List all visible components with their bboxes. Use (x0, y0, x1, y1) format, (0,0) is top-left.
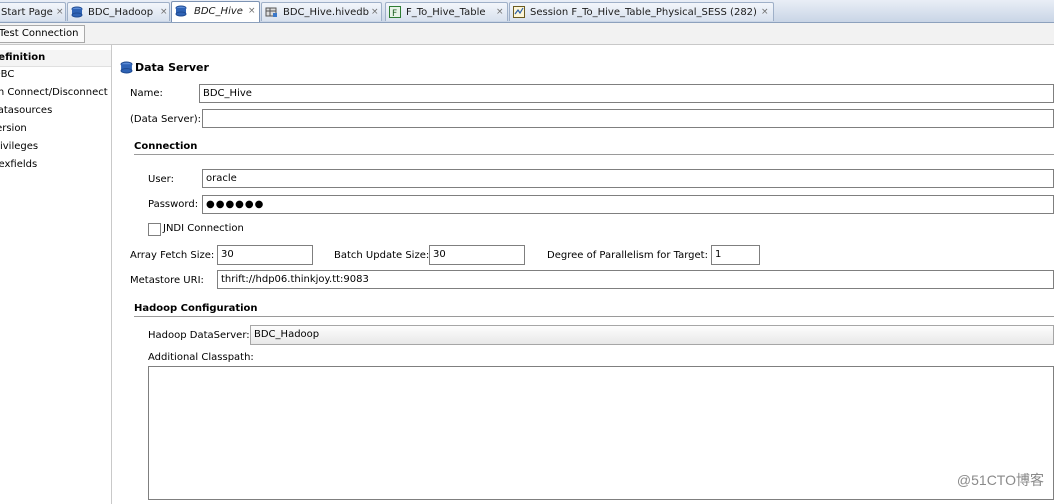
password-label: Password: (148, 199, 199, 210)
tab-label: BDC_Hive (194, 6, 243, 17)
close-icon[interactable]: × (371, 3, 379, 22)
close-icon[interactable]: × (248, 2, 256, 21)
metastore-field[interactable]: thrift://hdp06.thinkjoy.tt:9083 (217, 270, 1054, 289)
jndi-label: JNDI Connection (163, 223, 244, 234)
schema-icon (265, 7, 277, 17)
tab-f-to-hive-table[interactable]: F F_To_Hive_Table × (385, 2, 508, 21)
close-icon[interactable]: × (56, 3, 64, 22)
password-field[interactable]: ●●●●●● (202, 195, 1054, 214)
name-label: Name: (130, 88, 163, 99)
array-fetch-label: Array Fetch Size: (130, 250, 215, 261)
close-icon[interactable]: × (160, 3, 168, 22)
classpath-textarea[interactable] (148, 366, 1054, 500)
data-server-form: Data Server Name: BDC_Hive (Data Server)… (112, 45, 1054, 504)
name-field[interactable]: BDC_Hive (199, 84, 1054, 103)
mapping-icon: F (389, 6, 401, 18)
nav-item-jdbc[interactable]: JDBC (0, 67, 111, 83)
hadoop-dataserver-label: Hadoop DataServer: (148, 330, 250, 341)
jndi-checkbox[interactable] (148, 223, 161, 236)
user-field[interactable]: oracle (202, 169, 1054, 188)
tab-bdc-hive[interactable]: BDC_Hive × (171, 1, 260, 22)
tab-bdc-hive-hivedb[interactable]: BDC_Hive.hivedb × (261, 2, 382, 21)
close-icon[interactable]: × (496, 3, 504, 22)
data-server-icon (175, 5, 187, 17)
nav-item-definition[interactable]: Definition (0, 50, 111, 67)
tab-session[interactable]: Session F_To_Hive_Table_Physical_SESS (2… (509, 2, 774, 21)
tab-label: Session F_To_Hive_Table_Physical_SESS (2… (530, 7, 757, 18)
tab-label: BDC_Hadoop (88, 7, 154, 18)
tab-label: BDC_Hive.hivedb (283, 7, 369, 18)
data-server-field[interactable] (202, 109, 1054, 128)
hadoop-separator (134, 316, 1054, 317)
editor-tab-bar: Start Page × BDC_Hadoop × BDC_Hive × BDC… (0, 0, 1054, 23)
left-navigation: Definition JDBC On Connect/Disconnect Da… (0, 45, 112, 504)
parallelism-label: Degree of Parallelism for Target: (547, 250, 708, 261)
tab-start-page[interactable]: Start Page × (0, 2, 66, 21)
tab-label: F_To_Hive_Table (406, 7, 486, 18)
test-connection-button[interactable]: Test Connection (0, 25, 86, 43)
data-server-icon (71, 6, 83, 18)
user-label: User: (148, 174, 174, 185)
tab-bdc-hadoop[interactable]: BDC_Hadoop × (67, 2, 170, 21)
form-header: Data Server (135, 61, 209, 74)
batch-update-label: Batch Update Size: (334, 250, 430, 261)
data-server-icon (120, 61, 133, 74)
array-fetch-field[interactable]: 30 (217, 245, 313, 265)
hadoop-section-title: Hadoop Configuration (134, 303, 258, 314)
tab-label: Start Page (1, 7, 53, 18)
nav-item-datasources[interactable]: Datasources (0, 103, 111, 119)
connection-section-title: Connection (134, 141, 198, 152)
connection-separator (134, 154, 1054, 155)
session-icon (513, 6, 525, 18)
metastore-label: Metastore URI: (130, 275, 204, 286)
classpath-label: Additional Classpath: (148, 352, 254, 363)
batch-update-field[interactable]: 30 (429, 245, 525, 265)
parallelism-field[interactable]: 1 (711, 245, 760, 265)
nav-item-on-connect-disconnect[interactable]: On Connect/Disconnect (0, 85, 111, 101)
watermark-text: @51CTO博客 (956, 472, 1044, 488)
close-icon[interactable]: × (761, 3, 769, 22)
data-server-label: (Data Server): (130, 114, 202, 125)
svg-text:F: F (392, 9, 397, 18)
nav-item-privileges[interactable]: Privileges (0, 139, 111, 155)
hadoop-dataserver-select[interactable]: BDC_Hadoop (250, 325, 1054, 345)
nav-item-flexfields[interactable]: Flexfields (0, 157, 111, 173)
nav-item-version[interactable]: Version (0, 121, 111, 137)
editor-toolbar: Test Connection (0, 23, 1054, 45)
